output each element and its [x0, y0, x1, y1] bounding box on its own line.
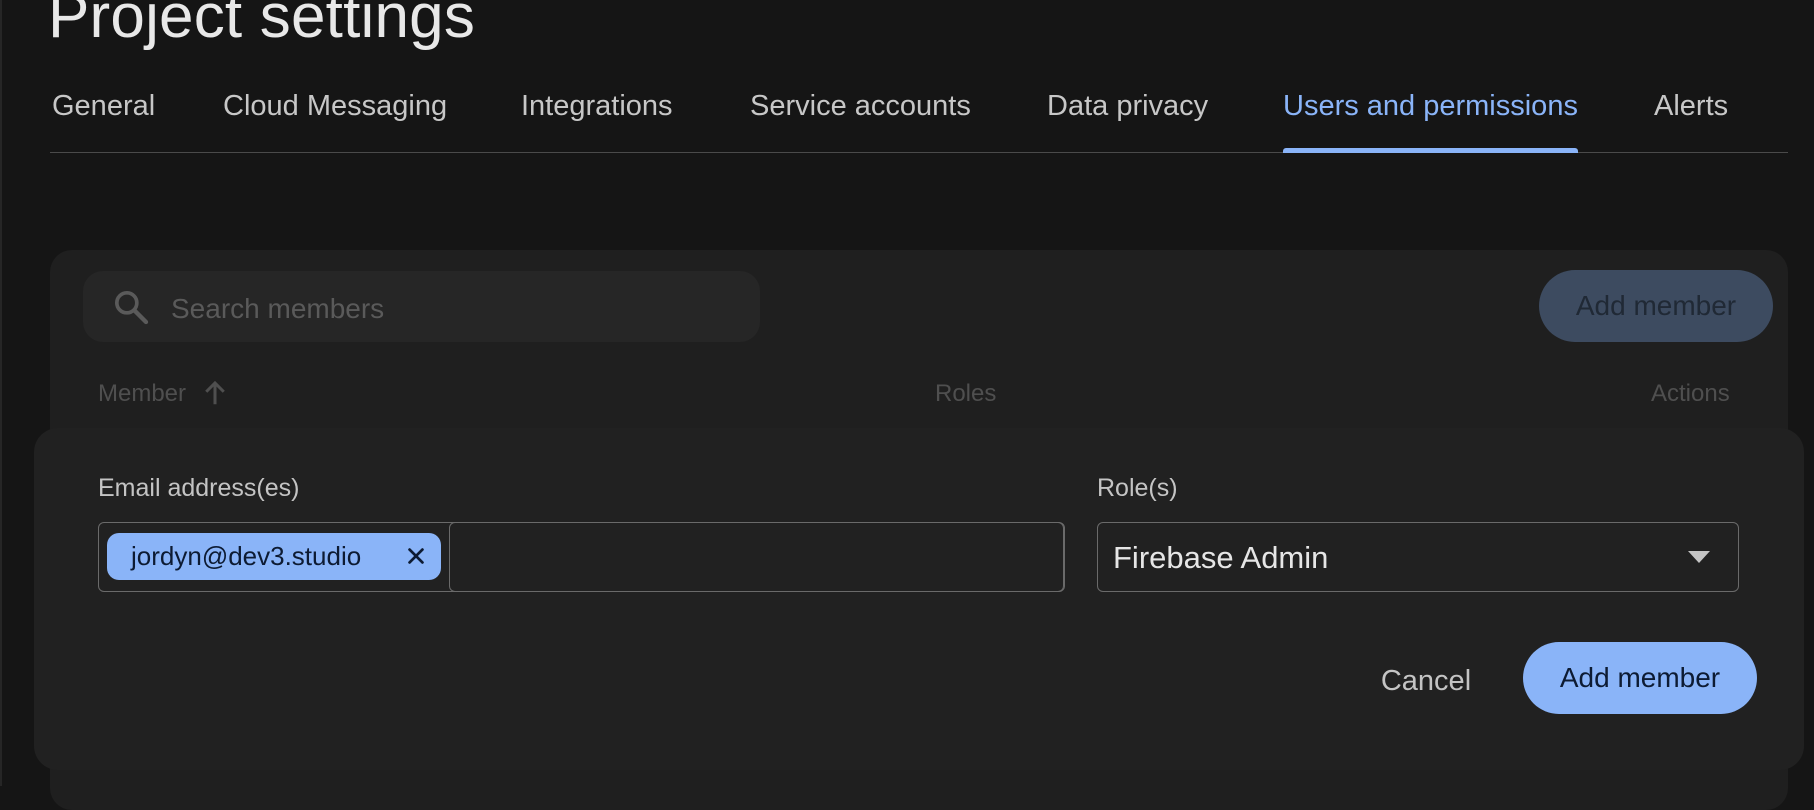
tab-alerts[interactable]: Alerts — [1654, 92, 1728, 152]
column-header-actions: Actions — [1651, 380, 1730, 407]
role-label: Role(s) — [1097, 474, 1178, 502]
add-member-dialog: Email address(es) jordyn@dev3.studio Rol… — [34, 428, 1804, 770]
caret-down-icon — [1688, 551, 1710, 563]
cancel-button[interactable]: Cancel — [1366, 652, 1486, 710]
tab-users-and-permissions[interactable]: Users and permissions — [1283, 92, 1578, 153]
tab-service-accounts[interactable]: Service accounts — [750, 92, 971, 152]
column-header-roles: Roles — [935, 380, 997, 407]
arrow-up-icon[interactable] — [200, 378, 230, 408]
search-icon — [115, 291, 149, 325]
role-select-value: Firebase Admin — [1113, 540, 1329, 575]
tab-data-privacy[interactable]: Data privacy — [1047, 92, 1208, 152]
close-icon[interactable] — [405, 545, 427, 567]
tab-cloud-messaging[interactable]: Cloud Messaging — [223, 92, 447, 152]
email-label: Email address(es) — [98, 474, 300, 502]
email-chip[interactable]: jordyn@dev3.studio — [107, 533, 441, 580]
search-members-box[interactable]: Search members — [83, 271, 760, 342]
email-chip-field[interactable]: jordyn@dev3.studio — [98, 521, 1065, 592]
role-select[interactable]: Firebase Admin — [1097, 522, 1739, 592]
email-input[interactable] — [449, 521, 1065, 592]
add-member-button-background[interactable]: Add member — [1539, 270, 1773, 342]
add-member-button[interactable]: Add member — [1523, 642, 1757, 714]
settings-tabs: General Cloud Messaging Integrations Ser… — [50, 86, 1788, 153]
tab-integrations[interactable]: Integrations — [521, 92, 673, 152]
window-edge — [0, 0, 2, 786]
column-header-member[interactable]: Member — [98, 380, 186, 408]
search-placeholder: Search members — [171, 293, 385, 324]
email-chip-label: jordyn@dev3.studio — [131, 541, 362, 571]
page-title: Project settings — [48, 0, 476, 51]
tab-general[interactable]: General — [52, 92, 155, 152]
